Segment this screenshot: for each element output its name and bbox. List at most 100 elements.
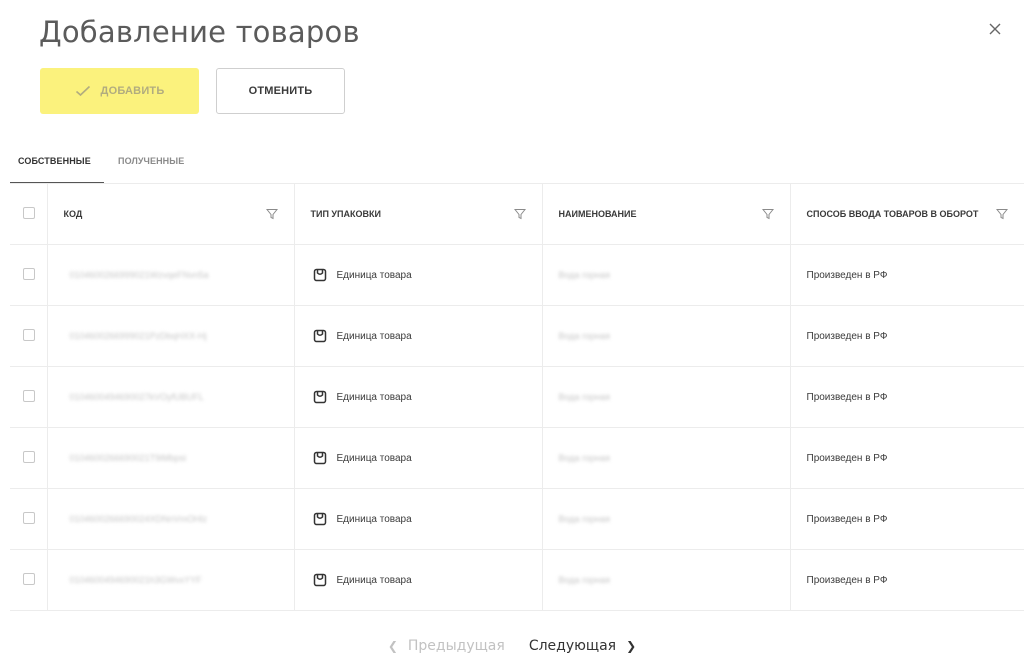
entry-method: Произведен в РФ xyxy=(806,269,888,281)
name-cell: Вода горная xyxy=(541,488,790,550)
row-checkbox-cell xyxy=(10,366,47,428)
package-type: Единица товара xyxy=(336,452,412,464)
package-icon xyxy=(313,451,337,465)
entry-method: Произведен в РФ xyxy=(806,391,888,403)
filter-icon[interactable] xyxy=(996,208,1008,220)
header-name: НАИМЕНОВАНИЕ xyxy=(541,184,790,245)
package-icon xyxy=(313,329,337,343)
row-checkbox-cell xyxy=(10,305,47,367)
chevron-left-icon: ❮ xyxy=(387,639,398,653)
header-package-label: ТИП УПАКОВКИ xyxy=(310,209,381,219)
entry-method: Произведен в РФ xyxy=(806,330,888,342)
add-button-label: ДОБАВИТЬ xyxy=(100,85,165,97)
select-all-checkbox[interactable] xyxy=(23,207,35,219)
entry-method: Произведен в РФ xyxy=(806,452,888,464)
product-code: 0104600494690021h3GWvxYYF xyxy=(69,574,202,585)
package-cell: Единица товара xyxy=(293,244,542,306)
entry-method: Произведен в РФ xyxy=(806,513,888,525)
header-checkbox-cell xyxy=(10,184,47,245)
method-cell: Произведен в РФ xyxy=(789,244,1024,306)
product-name: Вода горная xyxy=(558,452,611,463)
product-code: 0104600266999021PzDbqHXX-Hj xyxy=(69,330,207,341)
header-package-type: ТИП УПАКОВКИ xyxy=(293,184,542,245)
package-cell: Единица товара xyxy=(293,549,542,611)
row-checkbox[interactable] xyxy=(23,389,35,402)
header-method: СПОСОБ ВВОДА ТОВАРОВ В ОБОРОТ xyxy=(789,184,1024,245)
code-cell: 0104600266690024XDNnVmOHlz xyxy=(46,488,294,550)
filter-icon[interactable] xyxy=(513,208,526,220)
method-cell: Произведен в РФ xyxy=(789,366,1024,428)
name-cell: Вода горная xyxy=(541,366,790,428)
tab-received[interactable]: ПОЛУЧЕННЫЕ xyxy=(118,140,184,182)
package-icon xyxy=(313,268,337,282)
products-table: КОД ТИП УПАКОВКИ НАИМЕНОВАНИЕ СПОСОБ ВВО… xyxy=(10,184,1024,611)
package-cell: Единица товара xyxy=(293,305,542,367)
table-row[interactable]: 0104600494690021h3GWvxYYF Единица товара В… xyxy=(10,549,1024,611)
tab-own-label: СОБСТВЕННЫЕ xyxy=(18,156,91,166)
tab-received-label: ПОЛУЧЕННЫЕ xyxy=(118,156,185,166)
table-header-row: КОД ТИП УПАКОВКИ НАИМЕНОВАНИЕ СПОСОБ ВВО… xyxy=(10,184,1024,245)
check-icon xyxy=(75,85,91,97)
page-title: Добавление товаров xyxy=(39,15,360,49)
package-type: Единица товара xyxy=(336,391,412,403)
chevron-right-icon: ❯ xyxy=(626,639,637,653)
name-cell: Вода горная xyxy=(541,427,790,489)
row-checkbox-cell xyxy=(10,549,47,611)
package-icon xyxy=(313,573,337,587)
tabs: СОБСТВЕННЫЕ ПОЛУЧЕННЫЕ xyxy=(10,140,1024,184)
product-code: 0104600266999021WzvqeFNvn5a xyxy=(69,269,209,280)
product-name: Вода горная xyxy=(558,269,611,280)
header-code-label: КОД xyxy=(63,209,83,219)
code-cell: 0104600266690021T9iMbpsi xyxy=(46,427,294,489)
package-cell: Единица товара xyxy=(293,366,542,428)
table-body: 0104600266999021WzvqeFNvn5a Единица товар… xyxy=(10,244,1024,611)
table-row[interactable]: 0104600266999021PzDbqHXX-Hj Единица товар… xyxy=(10,305,1024,367)
add-button[interactable]: ДОБАВИТЬ xyxy=(40,68,199,114)
filter-icon[interactable] xyxy=(761,208,774,220)
code-cell: 0104600494690027kVOyfUBUFL xyxy=(46,366,294,428)
tab-own[interactable]: СОБСТВЕННЫЕ xyxy=(10,140,104,184)
cancel-button[interactable]: ОТМЕНИТЬ xyxy=(216,68,345,114)
table-row[interactable]: 0104600266690024XDNnVmOHlz Единица товара… xyxy=(10,488,1024,550)
name-cell: Вода горная xyxy=(541,549,790,611)
row-checkbox-cell xyxy=(10,244,47,306)
package-type: Единица товара xyxy=(336,574,412,586)
header-name-label: НАИМЕНОВАНИЕ xyxy=(558,209,637,219)
package-cell: Единица товара xyxy=(293,427,542,489)
product-code: 0104600266690024XDNnVmOHlz xyxy=(69,513,208,524)
method-cell: Произведен в РФ xyxy=(789,488,1024,550)
close-icon xyxy=(989,23,1001,35)
row-checkbox-cell xyxy=(10,427,47,489)
header-code: КОД xyxy=(46,184,294,245)
package-type: Единица товара xyxy=(336,330,412,342)
product-code: 0104600494690027kVOyfUBUFL xyxy=(69,391,204,402)
package-cell: Единица товара xyxy=(293,488,542,550)
package-icon xyxy=(313,390,337,404)
product-name: Вода горная xyxy=(558,574,611,585)
code-cell: 0104600266999021WzvqeFNvn5a xyxy=(46,244,294,306)
name-cell: Вода горная xyxy=(541,305,790,367)
row-checkbox[interactable] xyxy=(23,450,35,463)
row-checkbox[interactable] xyxy=(23,572,35,585)
code-cell: 0104600494690021h3GWvxYYF xyxy=(46,549,294,611)
row-checkbox[interactable] xyxy=(23,511,35,524)
table-row[interactable]: 0104600266690021T9iMbpsi Единица товара Во… xyxy=(10,427,1024,489)
row-checkbox-cell xyxy=(10,488,47,550)
package-type: Единица товара xyxy=(336,269,412,281)
close-button[interactable] xyxy=(984,18,1006,40)
method-cell: Произведен в РФ xyxy=(789,427,1024,489)
method-cell: Произведен в РФ xyxy=(789,305,1024,367)
package-icon xyxy=(313,512,337,526)
entry-method: Произведен в РФ xyxy=(806,574,888,586)
method-cell: Произведен в РФ xyxy=(789,549,1024,611)
table-row[interactable]: 0104600266999021WzvqeFNvn5a Единица товар… xyxy=(10,244,1024,306)
table-row[interactable]: 0104600494690027kVOyfUBUFL Единица товара… xyxy=(10,366,1024,428)
row-checkbox[interactable] xyxy=(23,328,35,341)
cancel-button-label: ОТМЕНИТЬ xyxy=(248,85,313,97)
name-cell: Вода горная xyxy=(541,244,790,306)
filter-icon[interactable] xyxy=(265,208,278,220)
product-name: Вода горная xyxy=(558,513,611,524)
row-checkbox[interactable] xyxy=(23,267,35,280)
package-type: Единица товара xyxy=(336,513,412,525)
header-method-label: СПОСОБ ВВОДА ТОВАРОВ В ОБОРОТ xyxy=(806,209,979,219)
